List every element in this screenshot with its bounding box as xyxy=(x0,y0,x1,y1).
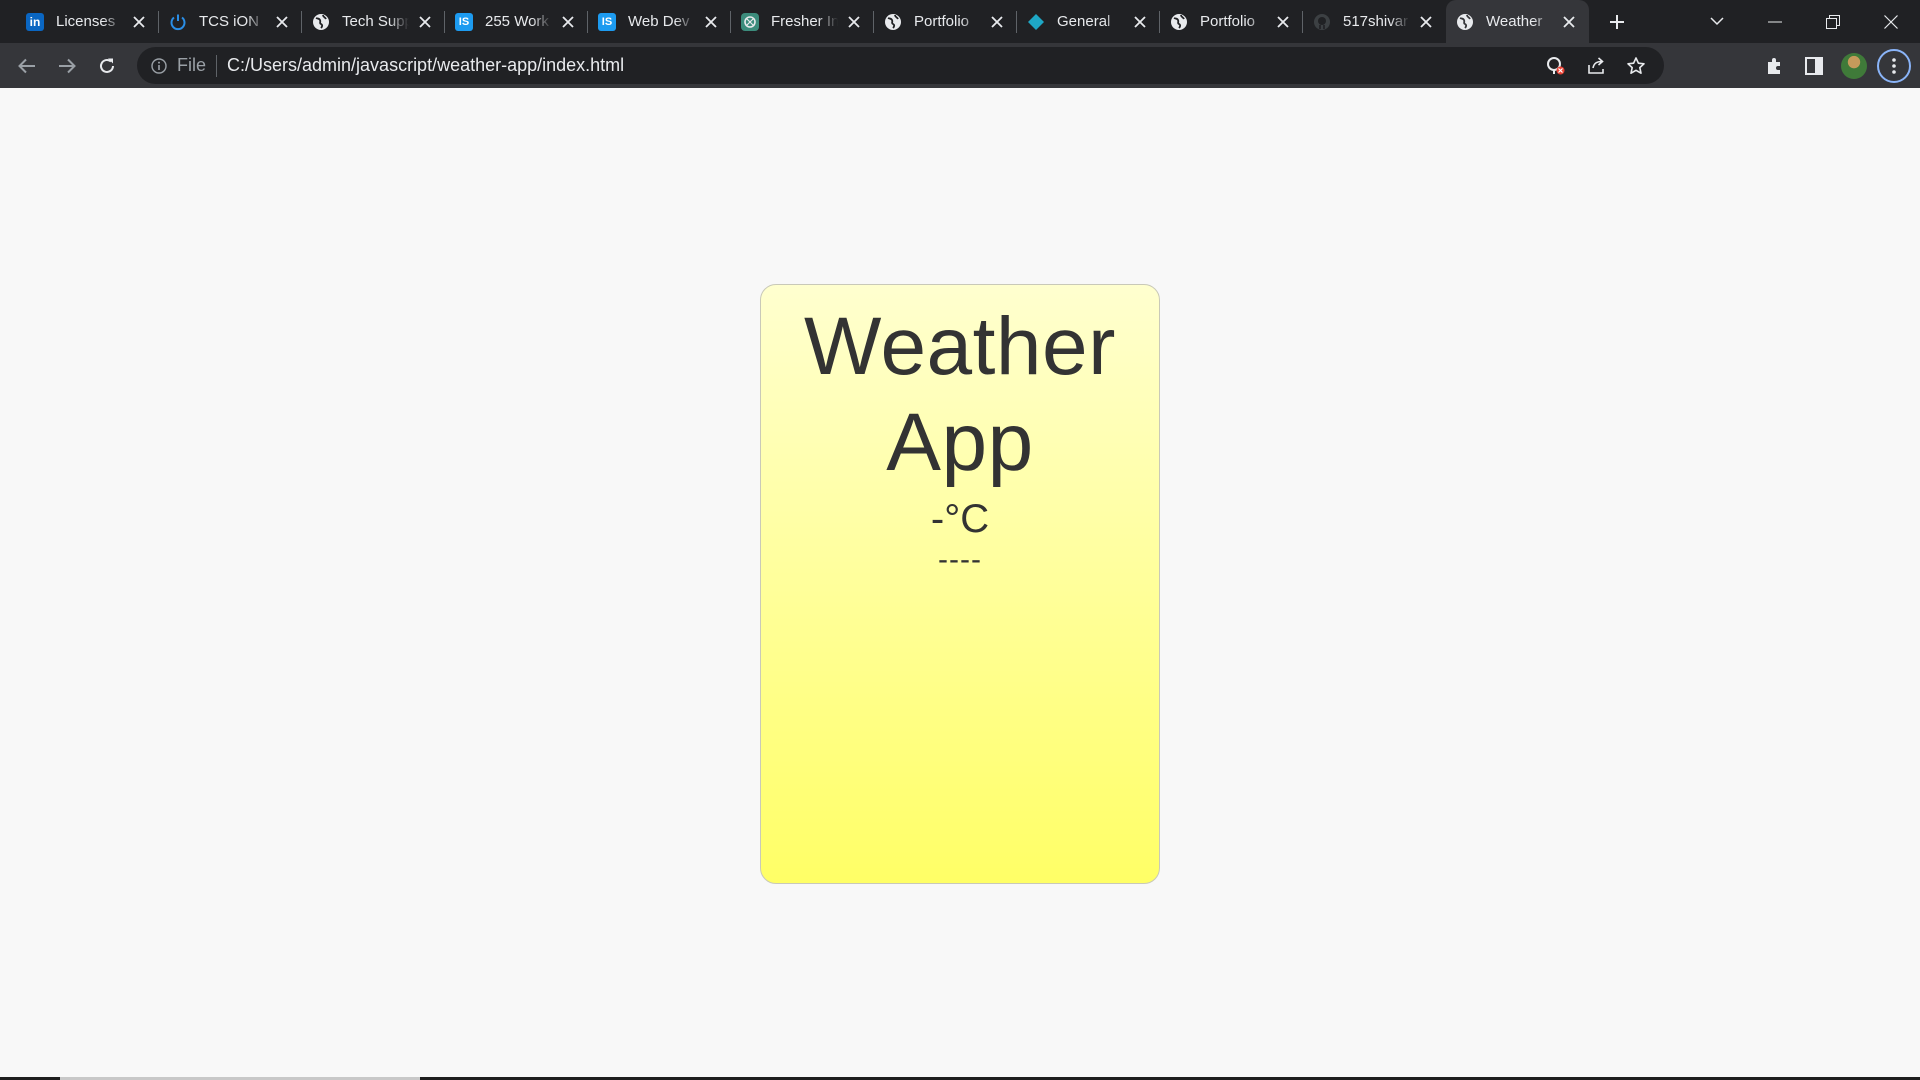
close-icon[interactable] xyxy=(129,12,149,32)
browser-toolbar: File C:/Users/admin/javascript/weather-a… xyxy=(0,43,1920,88)
close-icon[interactable] xyxy=(558,12,578,32)
close-icon xyxy=(1884,14,1898,29)
address-bar-actions xyxy=(1536,50,1664,82)
tab-strip: in Licenses TCS iON Tech Supp IS 255 Wor… xyxy=(0,0,1920,43)
profile-avatar[interactable] xyxy=(1834,48,1874,84)
tab-fresher-in[interactable]: Fresher In xyxy=(730,0,874,43)
more-vertical-icon xyxy=(1877,48,1911,83)
tab-licenses[interactable]: in Licenses xyxy=(16,0,159,43)
temperature-readout: -°C xyxy=(930,497,990,541)
tab-portfolio-1[interactable]: Portfolio xyxy=(873,0,1017,43)
globe-icon xyxy=(312,13,330,31)
info-icon[interactable] xyxy=(149,56,169,76)
toolbar-actions xyxy=(1754,43,1920,88)
tab-general[interactable]: General xyxy=(1016,0,1160,43)
close-icon[interactable] xyxy=(1273,12,1293,32)
tab-tcs-ion[interactable]: TCS iON xyxy=(158,0,302,43)
tab-title: 517shivar xyxy=(1343,13,1409,30)
arrow-left-icon xyxy=(18,58,35,73)
power-icon xyxy=(169,13,187,31)
tab-list: in Licenses TCS iON Tech Supp IS 255 Wor… xyxy=(0,0,1637,43)
tab-title: Tech Supp xyxy=(342,13,409,30)
tab-portfolio-2[interactable]: Portfolio xyxy=(1159,0,1303,43)
tab-title: Fresher In xyxy=(771,13,838,30)
close-icon[interactable] xyxy=(272,12,292,32)
tab-web-dev[interactable]: IS Web Dev xyxy=(587,0,731,43)
share-icon[interactable] xyxy=(1576,50,1616,82)
tab-weather[interactable]: Weather xyxy=(1446,0,1589,43)
close-icon[interactable] xyxy=(1559,12,1579,32)
password-blocked-icon[interactable] xyxy=(1536,50,1576,82)
close-window-button[interactable] xyxy=(1862,0,1920,43)
new-tab-button[interactable] xyxy=(1597,0,1637,43)
is-icon: IS xyxy=(455,12,473,31)
close-icon[interactable] xyxy=(844,12,864,32)
tab-tech-support[interactable]: Tech Supp xyxy=(301,0,445,43)
tab-255-work[interactable]: IS 255 Work xyxy=(444,0,588,43)
address-bar[interactable]: File C:/Users/admin/javascript/weather-a… xyxy=(137,47,1664,84)
close-icon[interactable] xyxy=(701,12,721,32)
tab-search-button[interactable] xyxy=(1688,0,1746,43)
close-icon[interactable] xyxy=(415,12,435,32)
close-icon[interactable] xyxy=(1416,12,1436,32)
menu-button[interactable] xyxy=(1874,48,1914,84)
restore-button[interactable] xyxy=(1804,0,1862,43)
back-button[interactable] xyxy=(7,48,47,84)
arrow-right-icon xyxy=(59,58,76,73)
weather-description: ---- xyxy=(938,543,982,576)
extensions-icon[interactable] xyxy=(1754,48,1794,84)
openai-icon xyxy=(741,12,759,31)
tab-title: Licenses xyxy=(56,13,116,30)
window-controls xyxy=(1688,0,1920,43)
app-title-line-1: Weather xyxy=(804,301,1116,392)
github-icon xyxy=(1313,13,1331,31)
side-panel-icon[interactable] xyxy=(1794,48,1834,84)
reload-button[interactable] xyxy=(87,48,127,84)
app-title: Weather App xyxy=(761,299,1159,491)
linkedin-icon: in xyxy=(26,12,44,31)
tab-title: Weather xyxy=(1486,13,1543,30)
close-icon[interactable] xyxy=(1130,12,1150,32)
plus-icon xyxy=(1610,14,1624,29)
is-icon: IS xyxy=(598,12,616,31)
globe-icon xyxy=(1170,13,1188,31)
globe-icon xyxy=(1456,13,1474,31)
tab-title: Portfolio xyxy=(1200,13,1256,30)
tab-title: Web Dev xyxy=(628,13,690,30)
restore-icon xyxy=(1826,14,1840,29)
tab-title: General xyxy=(1057,13,1111,30)
close-icon[interactable] xyxy=(987,12,1007,32)
globe-icon xyxy=(884,13,902,31)
chevron-down-icon xyxy=(1710,17,1724,26)
bookmark-star-icon[interactable] xyxy=(1616,50,1656,82)
reload-icon xyxy=(100,58,114,73)
url-text[interactable]: C:/Users/admin/javascript/weather-app/in… xyxy=(227,55,624,76)
avatar xyxy=(1841,52,1867,79)
diamond-icon xyxy=(1027,13,1045,31)
scheme-label: File xyxy=(177,55,207,75)
app-title-line-2: App xyxy=(886,397,1034,488)
weather-card: Weather App -°C ---- xyxy=(760,284,1160,884)
forward-button[interactable] xyxy=(47,48,87,84)
divider xyxy=(216,54,218,77)
minimize-button[interactable] xyxy=(1746,0,1804,43)
tab-title: Portfolio xyxy=(914,13,970,30)
tab-github[interactable]: 517shivar xyxy=(1302,0,1446,43)
tab-title: TCS iON xyxy=(199,13,259,30)
minimize-icon xyxy=(1768,21,1782,22)
page-viewport: Weather App -°C ---- xyxy=(0,88,1920,1080)
tab-title: 255 Work xyxy=(485,13,549,30)
